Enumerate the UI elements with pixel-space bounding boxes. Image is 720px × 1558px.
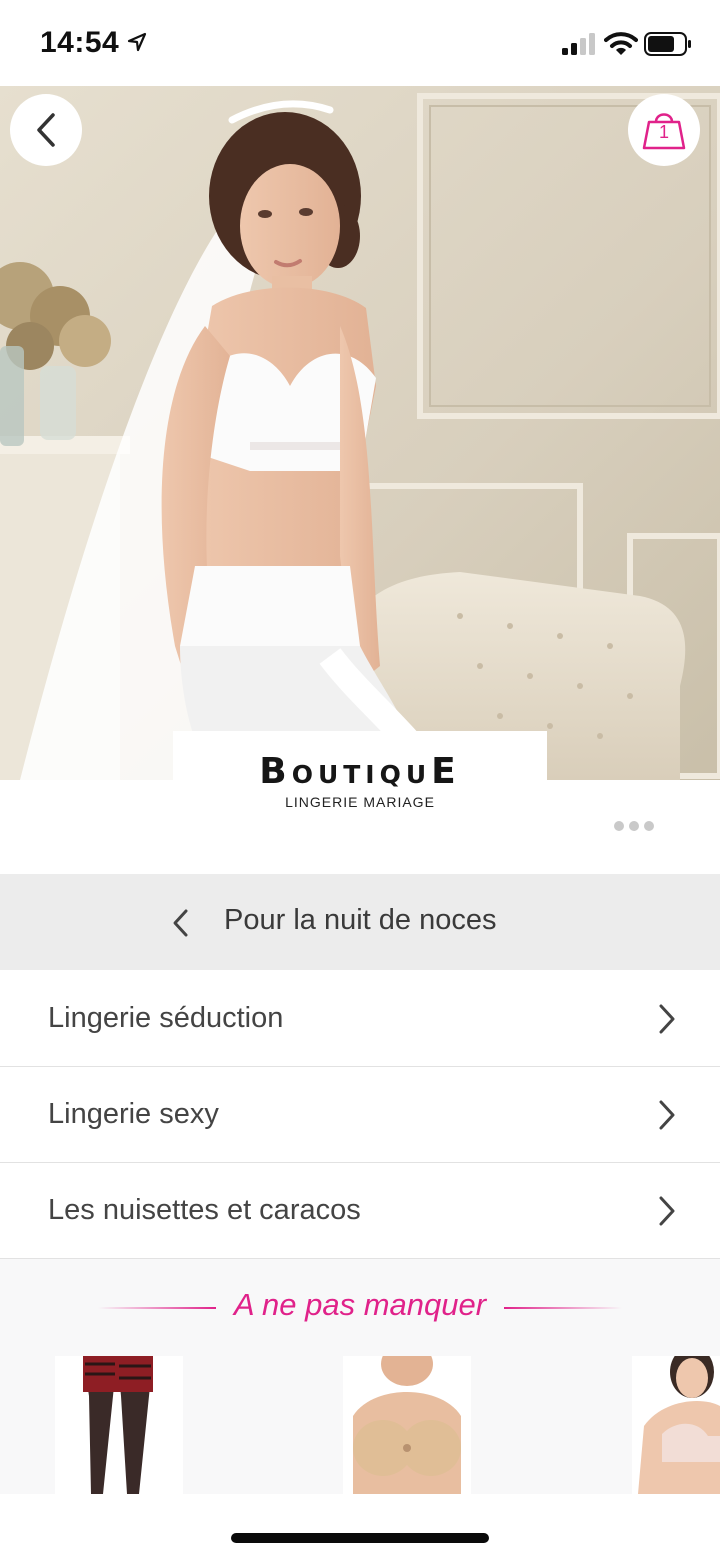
hero-banner-image: 1: [0, 86, 720, 780]
status-bar: 14:54: [0, 0, 720, 86]
list-item-label: Les nuisettes et caracos: [48, 1194, 361, 1226]
chevron-right-icon: [659, 1196, 675, 1226]
adhesive-bra-product-image: [343, 1356, 471, 1494]
chevron-left-icon: [173, 909, 188, 937]
wifi-icon: [604, 32, 638, 55]
cart-count-badge: 1: [658, 122, 669, 142]
brand-subtitle: LINGERIE MARIAGE: [285, 794, 435, 810]
brand-name: BoutiquE: [259, 751, 461, 792]
promo-divider-right: [504, 1307, 622, 1309]
more-options-icon[interactable]: [614, 821, 654, 831]
cellular-signal-icon: [562, 33, 595, 55]
list-item-lingerie-sexy[interactable]: Lingerie sexy: [0, 1067, 720, 1163]
back-button[interactable]: [10, 94, 82, 166]
chevron-right-icon: [659, 1004, 675, 1034]
list-item-label: Lingerie séduction: [48, 1002, 284, 1034]
list-item-label: Lingerie sexy: [48, 1098, 219, 1130]
battery-icon: [644, 32, 691, 56]
location-arrow-icon: [127, 32, 147, 52]
list-item-nuisettes-caracos[interactable]: Les nuisettes et caracos: [0, 1163, 720, 1259]
promo-section: A ne pas manquer: [0, 1259, 720, 1494]
chevron-right-icon: [659, 1100, 675, 1130]
promo-title: A ne pas manquer: [233, 1287, 487, 1322]
list-item-lingerie-seduction[interactable]: Lingerie séduction: [0, 971, 720, 1067]
product-thumbnail-adhesive-bra[interactable]: [343, 1356, 471, 1494]
category-title: Pour la nuit de noces: [224, 904, 497, 936]
product-thumbnail-stockings[interactable]: [55, 1356, 183, 1494]
cart-button[interactable]: 1: [628, 94, 700, 166]
product-thumbnail-bra-set[interactable]: [632, 1356, 720, 1494]
stockings-product-image: [55, 1356, 183, 1494]
home-indicator[interactable]: [231, 1533, 489, 1543]
category-header[interactable]: Pour la nuit de noces: [0, 874, 720, 970]
bra-set-product-image: [632, 1356, 720, 1494]
chevron-left-icon: [37, 113, 55, 147]
bridal-lingerie-photo: [0, 86, 720, 780]
brand-logo: BoutiquE LINGERIE MARIAGE: [173, 731, 547, 821]
status-time: 14:54: [40, 26, 120, 59]
